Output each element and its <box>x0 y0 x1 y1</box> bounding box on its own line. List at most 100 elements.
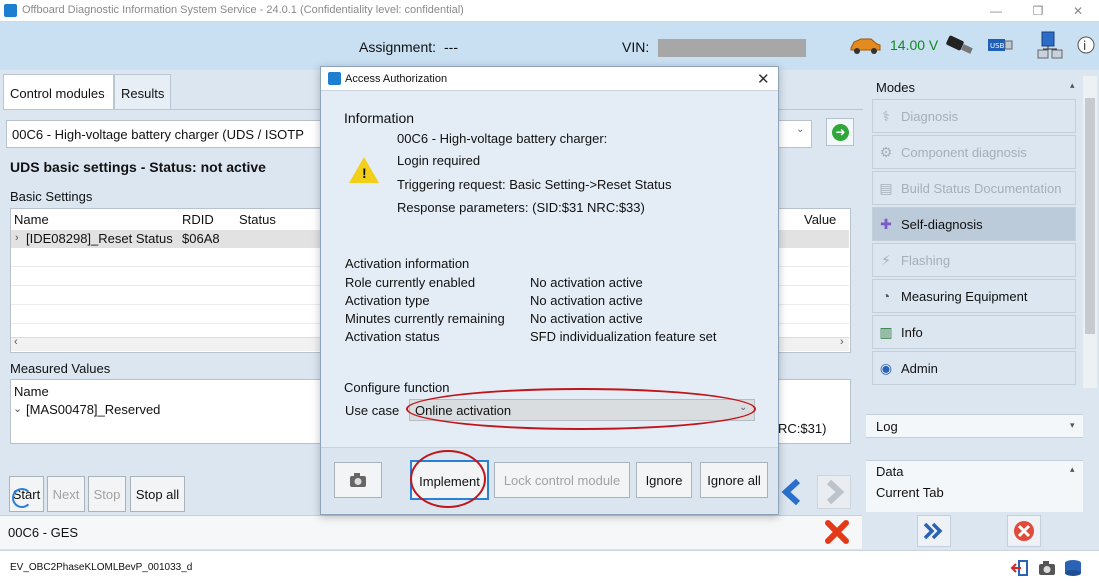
app-icon <box>328 72 341 85</box>
mode-item-label: Measuring Equipment <box>901 289 1028 304</box>
modes-scrollbar[interactable] <box>1083 76 1097 388</box>
dialog-title: Access Authorization <box>345 73 448 85</box>
info-line: Triggering request: Basic Setting->Reset… <box>397 177 672 192</box>
gear-icon: ⚙ <box>879 144 893 160</box>
collapse-icon[interactable]: ▴ <box>1070 80 1075 91</box>
back-arrow-icon[interactable] <box>776 475 810 509</box>
footer-filename: EV_OBC2PhaseKLOMLBevP_001033_d <box>10 562 193 573</box>
activation-key: Activation type <box>345 293 430 308</box>
column-header-rdid[interactable]: RDID <box>182 212 214 227</box>
exit-icon[interactable] <box>1010 559 1030 577</box>
annotation-oval-use-case <box>406 388 756 430</box>
info-line: Response parameters: (SID:$31 NRC:$33) <box>397 200 645 215</box>
mode-item-self-diagnosis[interactable]: ✚ Self-diagnosis <box>872 207 1076 241</box>
scroll-right-icon[interactable]: › <box>840 336 844 348</box>
stethoscope-icon: ⚕ <box>882 108 890 124</box>
dialog-titlebar: Access Authorization ✕ <box>321 67 778 91</box>
mode-item-label: Flashing <box>901 253 951 268</box>
double-arrow-icon[interactable] <box>917 515 951 547</box>
data-title: Data <box>876 464 904 479</box>
cancel-x-icon[interactable] <box>824 519 850 545</box>
measured-values-label: Measured Values <box>10 361 111 376</box>
abort-icon[interactable] <box>1007 515 1041 547</box>
books-icon: ▥ <box>879 324 893 340</box>
module-status-bar <box>0 515 862 549</box>
right-footer <box>866 512 1083 550</box>
admin-icon: ◉ <box>879 360 893 376</box>
expand-icon[interactable]: ▾ <box>1070 420 1075 431</box>
scrollbar-thumb[interactable] <box>1085 98 1095 334</box>
row-name: [IDE08298]_Reset Status <box>26 231 173 246</box>
mode-item-flashing[interactable]: ⚡ Flashing <box>872 243 1076 277</box>
activation-value: No activation active <box>530 293 643 308</box>
log-title: Log <box>876 419 898 434</box>
gauge-icon: ◔ <box>881 288 891 304</box>
warning-exclamation: ! <box>362 165 367 181</box>
stop-all-button[interactable]: Stop all <box>130 476 185 512</box>
screenshot-button[interactable] <box>334 462 382 498</box>
minimize-button[interactable]: — <box>986 2 1006 20</box>
flash-icon: ⚡ <box>881 252 891 268</box>
collapse-icon[interactable]: ▴ <box>1070 464 1075 475</box>
close-icon[interactable]: ✕ <box>757 70 770 88</box>
tab-results[interactable]: Results <box>114 74 171 110</box>
tab-control-modules[interactable]: Control modules <box>3 74 114 110</box>
chevron-down-icon[interactable]: ⌄ <box>13 402 22 415</box>
access-authorization-dialog: Access Authorization ✕ Information 00C6 … <box>320 66 779 515</box>
camera-icon[interactable] <box>1037 559 1057 577</box>
mode-item-component-diagnosis[interactable]: ⚙ Component diagnosis <box>872 135 1076 169</box>
ignore-button[interactable]: Ignore <box>636 462 692 498</box>
battery-voltage: 14.00 V <box>890 37 939 53</box>
mode-item-info[interactable]: ▥ Info <box>872 315 1076 349</box>
activation-value: No activation active <box>530 311 643 326</box>
database-icon[interactable] <box>1063 559 1083 577</box>
mode-item-label: Build Status Documentation <box>901 181 1062 196</box>
configure-function-label: Configure function <box>344 380 450 395</box>
mode-item-build-status-documentation[interactable]: ▤ Build Status Documentation <box>872 171 1076 205</box>
arrow-right-icon: ➜ <box>832 124 849 141</box>
usb-icon: USB <box>986 36 1014 54</box>
uds-status-text: UDS basic settings - Status: not active <box>10 159 266 175</box>
column-header-status[interactable]: Status <box>239 212 276 227</box>
scroll-left-icon[interactable]: ‹ <box>14 336 18 348</box>
mode-item-diagnosis[interactable]: ⚕ Diagnosis <box>872 99 1076 133</box>
lock-control-module-button[interactable]: Lock control module <box>494 462 630 498</box>
next-button[interactable]: Next <box>47 476 85 512</box>
car-icon <box>848 34 882 56</box>
ignore-all-button[interactable]: Ignore all <box>700 462 768 498</box>
vin-label: VIN: <box>622 39 650 55</box>
svg-text:USB: USB <box>990 42 1005 50</box>
app-icon <box>4 4 17 17</box>
mode-item-label: Info <box>901 325 923 340</box>
close-window-button[interactable]: ✕ <box>1068 2 1088 20</box>
activation-key: Activation status <box>345 329 440 344</box>
basic-settings-label: Basic Settings <box>10 189 93 204</box>
forward-arrow-icon[interactable] <box>817 475 851 509</box>
assignment-value: --- <box>444 39 458 55</box>
camera-icon <box>350 473 366 487</box>
go-button[interactable]: ➜ <box>826 118 854 146</box>
mode-item-label: Diagnosis <box>901 109 959 124</box>
row-rdid: $06A8 <box>182 231 220 246</box>
column-header-value[interactable]: Value <box>804 212 836 227</box>
assignment-label: Assignment: <box>359 39 437 55</box>
column-header-name[interactable]: Name <box>14 212 49 227</box>
svg-text:i: i <box>1083 39 1086 53</box>
vin-value-redacted <box>658 39 806 57</box>
mode-item-measuring-equipment[interactable]: ◔ Measuring Equipment <box>872 279 1076 313</box>
maximize-button[interactable]: ❐ <box>1028 2 1048 20</box>
activation-key: Role currently enabled <box>345 275 476 290</box>
help-icon[interactable]: i <box>1076 35 1096 55</box>
chevron-right-icon[interactable]: › <box>15 232 19 244</box>
mode-item-label: Admin <box>901 361 938 376</box>
mode-item-admin[interactable]: ◉ Admin <box>872 351 1076 385</box>
measured-column-header-name[interactable]: Name <box>14 384 49 399</box>
status-module: 00C6 - GES <box>8 525 79 540</box>
network-icon <box>1036 30 1066 62</box>
connector-icon <box>944 32 976 58</box>
document-icon: ▤ <box>879 180 893 196</box>
activation-key: Minutes currently remaining <box>345 311 505 326</box>
current-tab-item[interactable]: Current Tab <box>870 482 1080 504</box>
stop-button[interactable]: Stop <box>88 476 126 512</box>
annotation-oval-implement <box>410 450 486 508</box>
